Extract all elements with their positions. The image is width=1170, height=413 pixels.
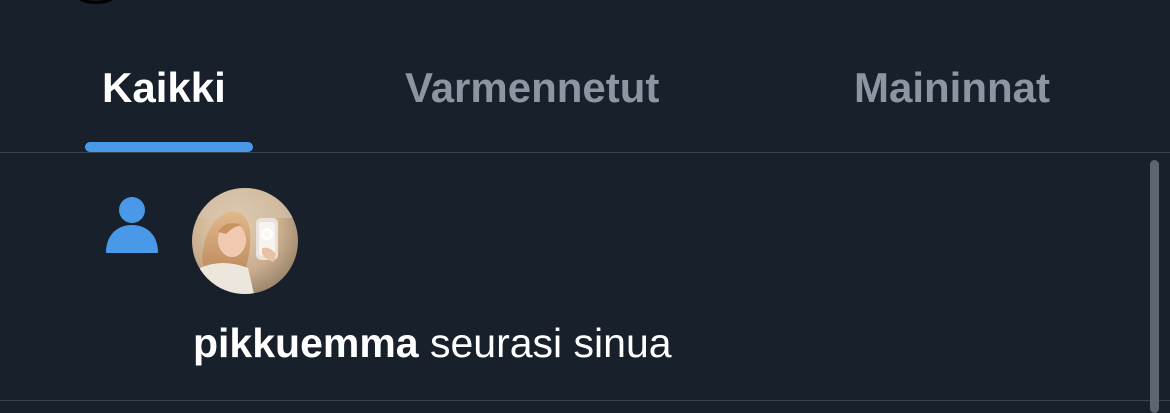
follow-notification[interactable]: pikkuemma seurasi sinua bbox=[0, 153, 1170, 400]
notification-tabs: Kaikki Varmennetut Maininnat bbox=[0, 0, 1170, 153]
avatar-photo bbox=[192, 188, 298, 294]
scrollbar[interactable] bbox=[1150, 160, 1159, 413]
active-tab-indicator bbox=[85, 142, 253, 152]
person-icon bbox=[106, 197, 158, 253]
tab-verified-label: Varmennetut bbox=[405, 64, 660, 111]
tab-all[interactable]: Kaikki bbox=[102, 62, 226, 114]
username-link[interactable]: pikkuemma bbox=[193, 320, 419, 366]
user-avatar[interactable] bbox=[192, 188, 298, 294]
notification-divider bbox=[0, 400, 1170, 401]
notification-text: pikkuemma seurasi sinua bbox=[193, 318, 672, 368]
tab-all-label: Kaikki bbox=[102, 64, 226, 111]
notification-action: seurasi sinua bbox=[418, 320, 672, 366]
tab-mentions[interactable]: Maininnat bbox=[854, 62, 1050, 114]
tab-mentions-label: Maininnat bbox=[854, 64, 1050, 111]
tab-verified[interactable]: Varmennetut bbox=[405, 62, 659, 114]
